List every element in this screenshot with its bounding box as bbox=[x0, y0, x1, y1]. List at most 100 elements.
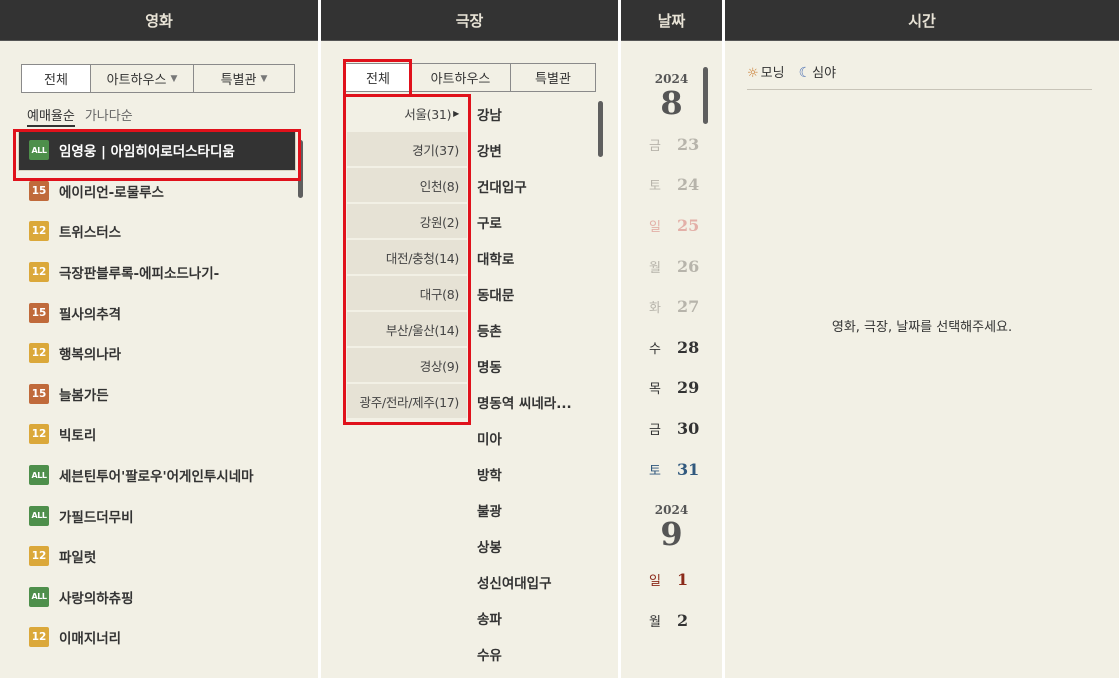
theater-item[interactable]: 명동역 씨네라... bbox=[477, 384, 597, 420]
date-item[interactable]: 토 31 bbox=[621, 449, 722, 490]
theater-item[interactable]: 대학로 bbox=[477, 240, 597, 276]
movie-list-item[interactable]: 12 빅토리 bbox=[14, 414, 300, 455]
day-number: 25 bbox=[677, 215, 700, 235]
movie-tab-arthouse-label: 아트하우스 bbox=[106, 73, 167, 88]
theater-tab-special[interactable]: 특별관 bbox=[511, 64, 595, 91]
region-label: 대전/충청(14) bbox=[385, 250, 459, 266]
theater-item[interactable]: 강변 bbox=[477, 132, 597, 168]
region-item[interactable]: 경상(9) bbox=[347, 348, 467, 384]
date-list: 2024 8 금 23 토 24 일 25 월 26 화 27 수 28 목 29 금 30 토 31 2024 9 일 1 월… bbox=[621, 72, 722, 641]
movie-title: 이매지너리 bbox=[59, 631, 122, 648]
date-list-scrollbar[interactable] bbox=[703, 67, 708, 124]
date-item[interactable]: 금 30 bbox=[621, 408, 722, 449]
region-item[interactable]: 대구(8) bbox=[347, 276, 467, 312]
day-of-week: 토 bbox=[649, 179, 661, 195]
theater-list-scrollbar[interactable] bbox=[598, 101, 603, 157]
movie-list-item[interactable]: 15 늘봄가든 bbox=[14, 374, 300, 415]
movie-tab-all[interactable]: 전체 bbox=[22, 65, 91, 92]
region-item[interactable]: 대전/충청(14) bbox=[347, 240, 467, 276]
caret-down-icon: ▼ bbox=[170, 73, 178, 84]
movie-list-scrollbar[interactable] bbox=[298, 140, 303, 198]
region-item[interactable]: 경기(37) bbox=[347, 132, 467, 168]
theater-item[interactable]: 등촌 bbox=[477, 312, 597, 348]
rating-12-icon: 12 bbox=[29, 546, 49, 567]
theater-item[interactable]: 방학 bbox=[477, 456, 597, 492]
theater-item[interactable]: 명동 bbox=[477, 348, 597, 384]
region-label: 인천(8) bbox=[419, 178, 460, 194]
movie-title: 임영웅 | 아임히어로더스타디움 bbox=[59, 144, 235, 161]
movie-tab-special[interactable]: 특별관 ▼ bbox=[194, 65, 294, 92]
movie-tab-all-label: 전체 bbox=[44, 73, 68, 88]
rating-12-icon: 12 bbox=[29, 627, 49, 648]
movie-title: 파일럿 bbox=[59, 550, 97, 567]
theater-item[interactable]: 미아 bbox=[477, 420, 597, 456]
day-of-week: 목 bbox=[649, 382, 661, 398]
region-item[interactable]: 부산/울산(14) bbox=[347, 312, 467, 348]
date-item[interactable]: 월 26 bbox=[621, 246, 722, 287]
day-number: 30 bbox=[677, 418, 700, 438]
theater-tab-all[interactable]: 전체 bbox=[346, 64, 411, 91]
theater-item[interactable]: 불광 bbox=[477, 492, 597, 528]
movie-list-item[interactable]: 12 행복의나라 bbox=[14, 333, 300, 374]
theater-item[interactable]: 동대문 bbox=[477, 276, 597, 312]
movie-list-item[interactable]: 15 필사의추격 bbox=[14, 292, 300, 333]
region-label: 광주/전라/제주(17) bbox=[359, 394, 460, 410]
movie-list-item[interactable]: ALL 가필드더무비 bbox=[14, 495, 300, 536]
movie-sort-options: 예매율순 가나다순 bbox=[27, 105, 133, 127]
date-item[interactable]: 일 25 bbox=[621, 205, 722, 246]
movie-column-header: 영화 bbox=[0, 0, 318, 41]
theater-item[interactable]: 수유 bbox=[477, 636, 597, 672]
day-number: 2 bbox=[677, 610, 689, 630]
time-column: 시간 ☼ 모닝 ☾심야 영화, 극장, 날짜를 선택해주세요. bbox=[725, 0, 1119, 678]
month-header: 2024 9 bbox=[621, 503, 722, 551]
movie-list-item[interactable]: 12 극장판블루록-에피소드나기- bbox=[14, 252, 300, 293]
day-of-week: 화 bbox=[649, 301, 661, 317]
rating-12-icon: 12 bbox=[29, 262, 49, 283]
movie-list-item[interactable]: 12 이매지너리 bbox=[14, 617, 300, 658]
date-item[interactable]: 금 23 bbox=[621, 124, 722, 165]
rating-all-icon: ALL bbox=[29, 140, 49, 161]
date-item[interactable]: 목 29 bbox=[621, 368, 722, 409]
moon-icon: ☾ bbox=[798, 65, 812, 81]
region-item[interactable]: 광주/전라/제주(17) bbox=[347, 384, 467, 420]
movie-list-item[interactable]: ALL 세븐틴투어'팔로우'어게인투시네마 bbox=[14, 455, 300, 496]
date-item[interactable]: 월2 bbox=[621, 600, 722, 641]
day-number: 31 bbox=[677, 459, 700, 479]
theater-tab-arthouse[interactable]: 아트하우스 bbox=[411, 64, 511, 91]
day-of-week: 금 bbox=[649, 138, 661, 154]
movie-list: ALL 임영웅 | 아임히어로더스타디움 15 에이리언-로물루스 12 트위스터스 12 극… bbox=[14, 130, 300, 658]
theater-column: 극장 전체 아트하우스 특별관 서울(31) ▶ 경기(37) 인천(8) 강원(2) 대… bbox=[321, 0, 618, 678]
movie-list-item[interactable]: 12 트위스터스 bbox=[14, 211, 300, 252]
theater-item[interactable]: 구로 bbox=[477, 204, 597, 240]
region-item[interactable]: 인천(8) bbox=[347, 168, 467, 204]
sort-by-booking-rate[interactable]: 예매율순 bbox=[27, 105, 75, 127]
rating-all-icon: ALL bbox=[29, 465, 49, 486]
theater-item[interactable]: 상봉 bbox=[477, 528, 597, 564]
movie-title: 가필드더무비 bbox=[59, 509, 134, 526]
date-item[interactable]: 화 27 bbox=[621, 286, 722, 327]
movie-list-item[interactable]: ALL 임영웅 | 아임히어로더스타디움 bbox=[18, 130, 296, 171]
day-of-week: 월 bbox=[649, 614, 661, 630]
sort-by-alphabet[interactable]: 가나다순 bbox=[85, 105, 133, 127]
date-item[interactable]: 토 24 bbox=[621, 165, 722, 206]
region-item[interactable]: 서울(31) ▶ bbox=[347, 96, 467, 132]
date-item[interactable]: 일1 bbox=[621, 559, 722, 600]
day-number: 23 bbox=[677, 134, 700, 154]
movie-tab-arthouse[interactable]: 아트하우스 ▼ bbox=[91, 65, 194, 92]
theater-item[interactable]: 성신여대입구 bbox=[477, 564, 597, 600]
day-number: 24 bbox=[677, 175, 700, 195]
movie-title: 사랑의하츄핑 bbox=[59, 590, 134, 607]
movie-list-item[interactable]: ALL 사랑의하츄핑 bbox=[14, 577, 300, 618]
legend-morning: ☼ 모닝 bbox=[747, 62, 785, 89]
region-item[interactable]: 강원(2) bbox=[347, 204, 467, 240]
region-label: 경기(37) bbox=[412, 142, 459, 158]
legend-night: ☾심야 bbox=[799, 62, 836, 89]
theater-item[interactable]: 건대입구 bbox=[477, 168, 597, 204]
movie-list-item[interactable]: 12 파일럿 bbox=[14, 536, 300, 577]
legend-night-label: 심야 bbox=[812, 66, 837, 81]
date-item[interactable]: 수 28 bbox=[621, 327, 722, 368]
movie-list-item[interactable]: 15 에이리언-로물루스 bbox=[14, 171, 300, 212]
theater-item[interactable]: 송파 bbox=[477, 600, 597, 636]
movie-title: 필사의추격 bbox=[59, 306, 122, 323]
theater-item[interactable]: 강남 bbox=[477, 96, 597, 132]
